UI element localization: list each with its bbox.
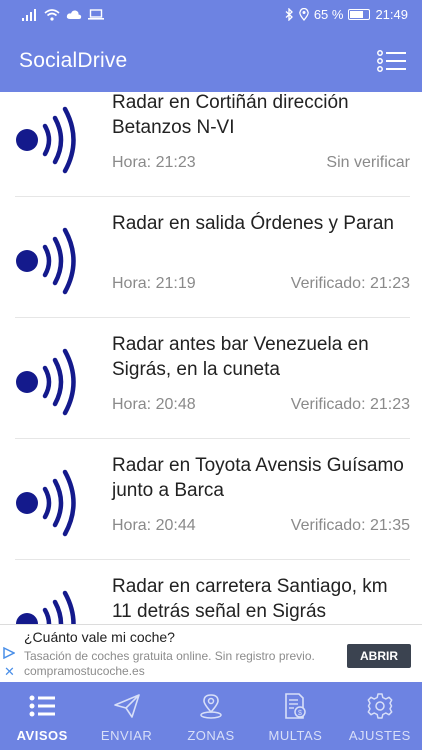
alert-status: Verificado: 21:23 [290,396,410,413]
ad-title[interactable]: ¿Cuánto vale mi coche? [24,629,175,645]
alert-time: Hora: 21:23 [112,154,196,171]
status-icons-right: 65 % 21:49 [285,7,408,22]
ad-choices-icon[interactable] [3,647,15,659]
alerts-list-content: Radar en Cortiñán dirección Betanzos N-V… [0,92,422,624]
battery-percent: 65 % [313,7,344,22]
list-icon [29,695,56,717]
radar-icon [16,590,76,624]
laptop-icon [88,9,104,20]
signal-icon [22,8,36,21]
nav-avisos[interactable]: AVISOS [0,682,84,750]
nav-label-avisos: AVISOS [16,728,68,743]
wifi-icon [44,8,60,21]
ad-description[interactable]: Tasación de coches gratuita online. Sin … [24,649,324,679]
radar-icon [16,348,76,416]
alert-list-item[interactable]: Radar en carretera Santiago, km 11 detrá… [15,560,410,624]
alert-title: Radar en Cortiñán dirección Betanzos N-V… [112,92,349,138]
nav-label-zonas: ZONAS [187,728,235,743]
radar-icon [16,106,76,174]
app-title: SocialDrive [19,48,128,72]
fine-document-icon: $ [285,693,307,719]
alert-status: Verificado: 21:23 [290,275,410,292]
nav-label-ajustes: AJUSTES [348,728,411,743]
location-icon [299,8,309,21]
clock: 21:49 [375,7,408,22]
nav-enviar[interactable]: ENVIAR [84,682,168,750]
bottom-nav: AVISOS ENVIAR ZONAS $ MULTAS AJUSTES [0,682,422,750]
alert-title: Radar en carretera Santiago, km 11 detrá… [112,576,388,622]
radar-icon [16,469,76,537]
cloud-icon [66,10,82,19]
battery-icon [348,9,371,20]
alert-time: Hora: 20:48 [112,396,196,413]
alert-list-item[interactable]: Radar en Toyota Avensis Guísamo junto a … [15,439,410,560]
alert-title: Radar antes bar Venezuela en Sigrás, en … [112,334,369,380]
alert-title: Radar en salida Órdenes y Paran [112,213,394,234]
ad-open-button[interactable]: ABRIR [347,644,411,668]
status-icons-left [22,8,104,21]
app-bar: SocialDrive [0,29,422,92]
status-bar: 65 % 21:49 [0,0,422,29]
alert-time: Hora: 21:19 [112,275,196,292]
nav-zonas[interactable]: ZONAS [169,682,253,750]
alert-status: Sin verificar [326,154,410,171]
svg-text:$: $ [298,710,302,717]
nav-label-multas: MULTAS [268,728,323,743]
list-menu-icon [377,49,406,72]
alert-title: Radar en Toyota Avensis Guísamo junto a … [112,455,404,501]
alert-list-item[interactable]: Radar en salida Órdenes y Paran Hora: 21… [15,197,410,318]
alert-list-item[interactable]: Radar antes bar Venezuela en Sigrás, en … [15,318,410,439]
gear-icon [367,693,393,719]
menu-button[interactable] [376,49,408,73]
ad-close-icon[interactable]: ✕ [4,665,15,678]
nav-ajustes[interactable]: AJUSTES [338,682,422,750]
alert-list-item[interactable]: Radar en Cortiñán dirección Betanzos N-V… [15,92,410,197]
ad-banner[interactable]: ✕ ¿Cuánto vale mi coche? Tasación de coc… [0,624,422,682]
send-icon [113,694,140,718]
alert-status: Verificado: 21:35 [290,517,410,534]
nav-multas[interactable]: $ MULTAS [253,682,337,750]
bluetooth-icon [285,8,293,21]
alert-time: Hora: 20:44 [112,517,196,534]
map-pin-icon [200,694,222,719]
nav-label-enviar: ENVIAR [100,728,153,743]
alerts-list[interactable]: Radar en Cortiñán dirección Betanzos N-V… [0,92,422,624]
radar-icon [16,227,76,295]
